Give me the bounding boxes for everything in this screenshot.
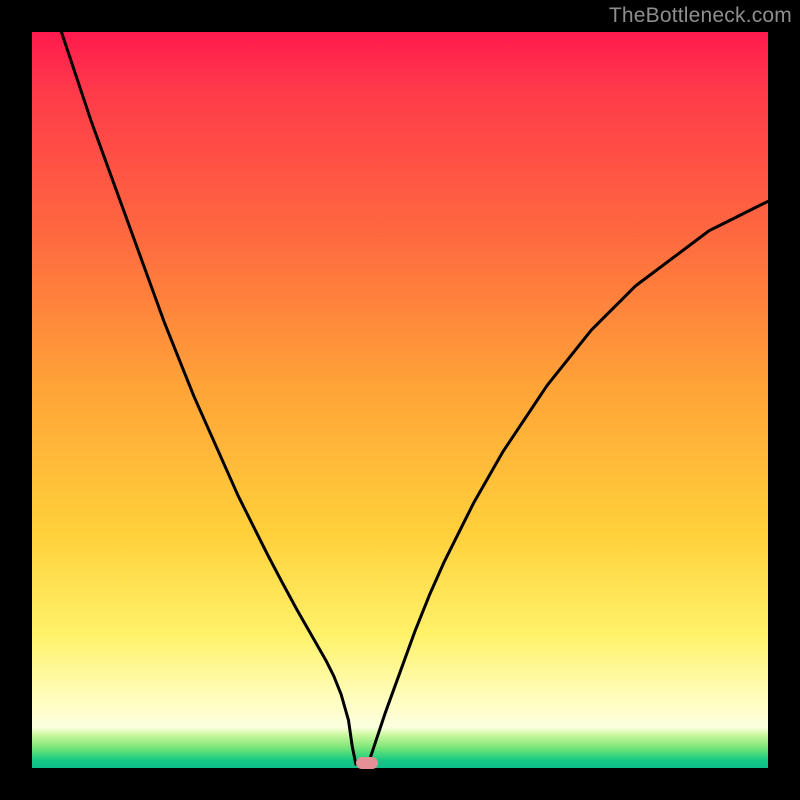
outer-frame: TheBottleneck.com — [0, 0, 800, 800]
bottleneck-curve — [32, 32, 768, 768]
watermark-text: TheBottleneck.com — [609, 4, 792, 28]
minimum-marker — [356, 757, 378, 769]
plot-area — [32, 32, 768, 768]
